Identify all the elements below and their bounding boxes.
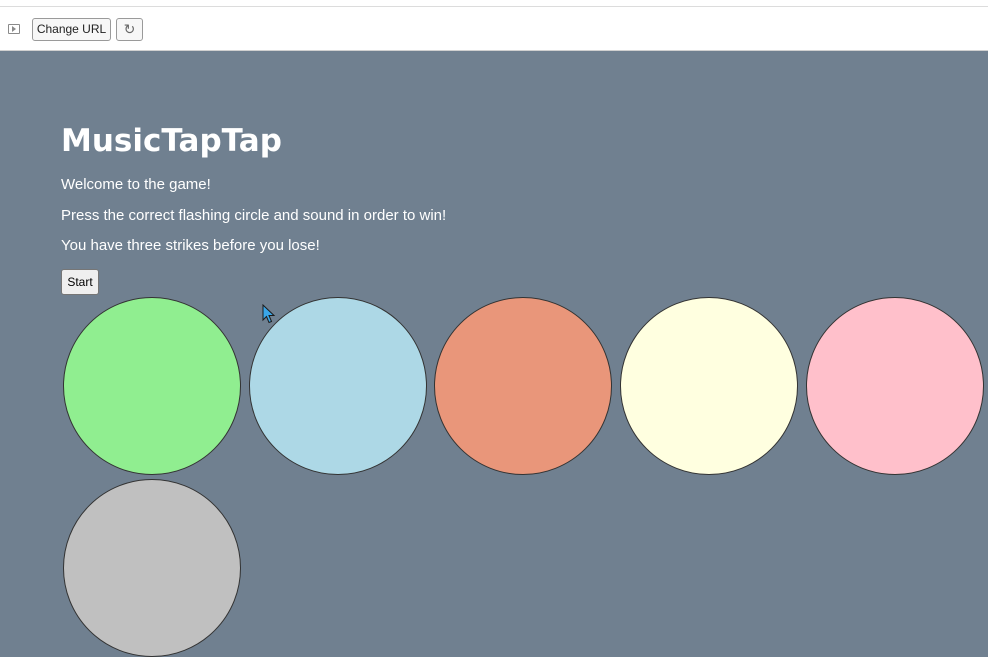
- preview-toolbar: Change URL ↻: [0, 7, 988, 51]
- game-page: MusicTapTap Welcome to the game! Press t…: [0, 51, 988, 657]
- start-button[interactable]: Start: [61, 269, 99, 295]
- change-url-button[interactable]: Change URL: [32, 18, 111, 41]
- circle-green[interactable]: [63, 297, 241, 475]
- circle-salmon[interactable]: [434, 297, 612, 475]
- circle-yellow[interactable]: [620, 297, 798, 475]
- mouse-cursor-icon: [262, 304, 276, 324]
- reload-icon: ↻: [123, 21, 136, 37]
- circle-gray[interactable]: [63, 479, 241, 657]
- window-top-strip: [0, 0, 988, 7]
- welcome-text: Welcome to the game!: [61, 176, 211, 193]
- instructions-text: Press the correct flashing circle and so…: [61, 207, 447, 224]
- sidebar-toggle-icon[interactable]: [8, 24, 20, 34]
- circle-pink[interactable]: [806, 297, 984, 475]
- strikes-text: You have three strikes before you lose!: [61, 237, 320, 254]
- reload-button[interactable]: ↻: [116, 18, 143, 41]
- page-title: MusicTapTap: [61, 123, 282, 159]
